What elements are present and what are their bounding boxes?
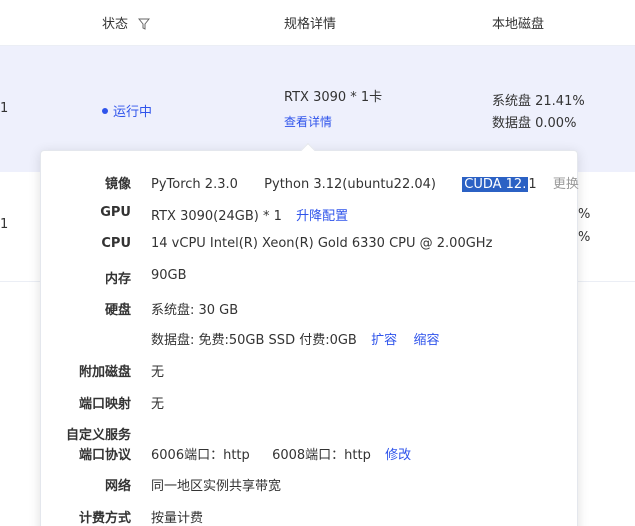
expand-disk-link[interactable]: 扩容: [371, 333, 397, 348]
modify-ports-link[interactable]: 修改: [385, 448, 411, 463]
instance-id-fragment: 1: [0, 217, 9, 232]
spec-text: RTX 3090 * 1卡: [284, 90, 383, 105]
port-protocol-label: 端口协议: [78, 448, 131, 463]
data-disk-usage: 数据盘 0.00%: [492, 116, 577, 131]
port-6008: 6008端口：http: [272, 448, 371, 463]
cuda-version-rest: 1: [528, 177, 537, 192]
instance-id-fragment: 1: [0, 101, 9, 116]
data-disk-row: 数据盘: 免费:50GB SSD 付费:0GB 扩容 缩容: [151, 329, 439, 348]
disk-label: 硬盘: [104, 303, 131, 318]
pytorch-version: PyTorch 2.3.0: [151, 177, 238, 192]
status-header-label: 状态: [102, 17, 129, 32]
spec-column-header: 规格详情: [284, 17, 337, 32]
image-label: 镜像: [104, 177, 131, 192]
status-text: 运行中: [113, 105, 153, 120]
extra-disk-value: 无: [151, 365, 165, 380]
change-image-link[interactable]: 更换: [553, 177, 579, 192]
network-value: 同一地区实例共享带宽: [151, 479, 282, 494]
billing-label: 计费方式: [78, 511, 131, 526]
port-6006: 6006端口：http: [151, 448, 250, 463]
custom-service-label: 自定义服务: [65, 428, 131, 443]
filter-icon[interactable]: [138, 18, 151, 30]
running-dot-icon: [102, 108, 108, 114]
system-disk-usage-fragment: %: [578, 207, 591, 222]
instance-details-popover: 镜像 PyTorch 2.3.0 Python 3.12(ubuntu22.04…: [40, 150, 579, 526]
data-disk-value: 数据盘: 免费:50GB SSD 付费:0GB: [151, 333, 357, 348]
disk-column-header: 本地磁盘: [492, 17, 545, 32]
memory-value: 90GB: [151, 268, 187, 283]
view-details-link[interactable]: 查看详情: [284, 113, 332, 130]
shrink-disk-link[interactable]: 缩容: [413, 333, 439, 348]
resize-config-link[interactable]: 升降配置: [296, 209, 348, 224]
billing-value: 按量计费: [151, 511, 204, 526]
port-mapping-label: 端口映射: [78, 397, 131, 412]
gpu-label: GPU: [100, 205, 131, 220]
custom-service-value: 6006端口：http 6008端口：http 修改: [151, 444, 411, 463]
image-value: PyTorch 2.3.0 Python 3.12(ubuntu22.04) C…: [151, 173, 579, 192]
system-disk-usage: 系统盘 21.41%: [492, 94, 585, 109]
python-version: Python 3.12(ubuntu22.04): [264, 177, 436, 192]
extra-disk-label: 附加磁盘: [78, 365, 131, 380]
gpu-value: RTX 3090(24GB) * 1: [151, 209, 282, 224]
data-disk-usage-fragment: %: [578, 230, 591, 245]
table-header: 状态 规格详情 本地磁盘: [0, 0, 635, 46]
network-label: 网络: [104, 479, 131, 494]
system-disk-value: 系统盘: 30 GB: [151, 303, 239, 318]
gpu-value-row: RTX 3090(24GB) * 1 升降配置: [151, 205, 348, 224]
cpu-value: 14 vCPU Intel(R) Xeon(R) Gold 6330 CPU @…: [151, 236, 493, 251]
status-badge: 运行中: [102, 101, 152, 120]
cuda-version-selected: CUDA 12.: [462, 177, 529, 192]
status-column-header: 状态: [102, 13, 151, 32]
port-mapping-value: 无: [151, 397, 165, 412]
memory-label: 内存: [104, 272, 131, 287]
cpu-label: CPU: [101, 236, 131, 251]
